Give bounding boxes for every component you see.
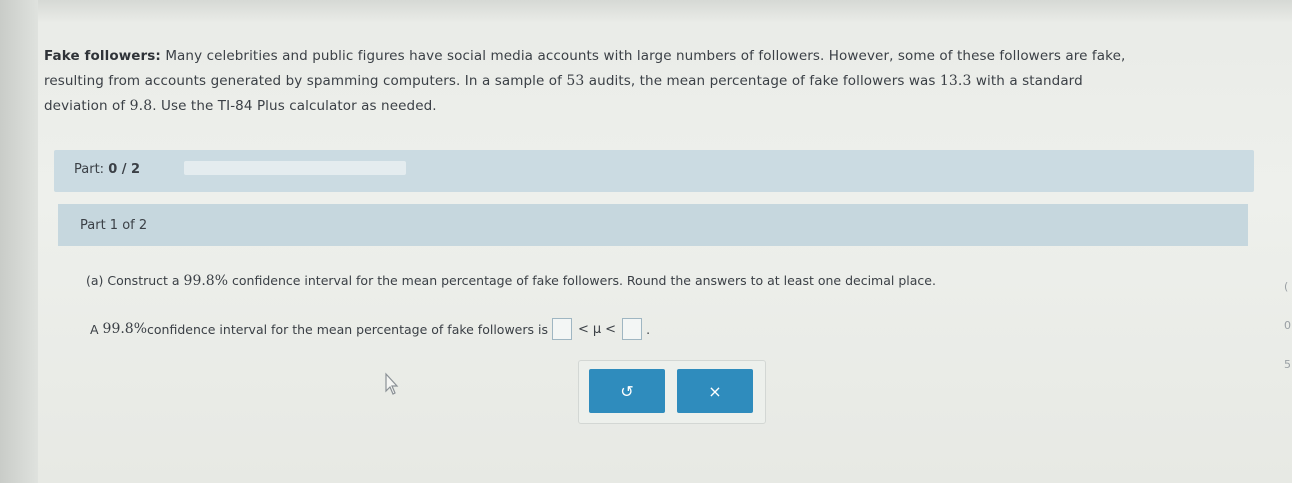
right-edge-marks: ( 0 5: [1284, 280, 1291, 371]
page: Fake followers: Many celebrities and pub…: [0, 0, 1292, 483]
standard-deviation: 9.8: [129, 98, 153, 114]
lower-bound-input[interactable]: [551, 318, 572, 340]
answer-line: A 99.8% confidence interval for the mean…: [90, 318, 650, 340]
undo-icon: ↺: [620, 381, 634, 401]
mouse-cursor-icon: [385, 372, 399, 395]
sample-size: 53: [566, 73, 585, 89]
problem-title: Fake followers:: [44, 48, 161, 64]
close-icon: ×: [708, 381, 722, 401]
undo-button[interactable]: ↺: [589, 369, 665, 413]
less-than-sign: <: [605, 321, 617, 337]
question-text: (a) Construct a 99.8% confidence interva…: [86, 273, 936, 289]
part-progress-bar: Part: 0 / 2: [54, 150, 1254, 192]
upper-bound-input[interactable]: [622, 318, 643, 340]
sample-mean: 13.3: [939, 73, 972, 89]
less-than-sign: <: [577, 321, 589, 337]
clear-button[interactable]: ×: [677, 369, 753, 413]
top-edge: [0, 0, 1292, 22]
action-buttons: ↺ ×: [578, 360, 766, 424]
part-header: Part 1 of 2: [58, 204, 1248, 246]
progress-track: [184, 161, 406, 175]
problem-intro: Fake followers: Many celebrities and pub…: [44, 48, 1126, 114]
mu-symbol: μ: [592, 321, 602, 337]
part-progress-label: Part: 0 / 2: [74, 162, 141, 177]
left-edge: [0, 0, 38, 483]
part-header-label: Part 1 of 2: [80, 218, 148, 233]
